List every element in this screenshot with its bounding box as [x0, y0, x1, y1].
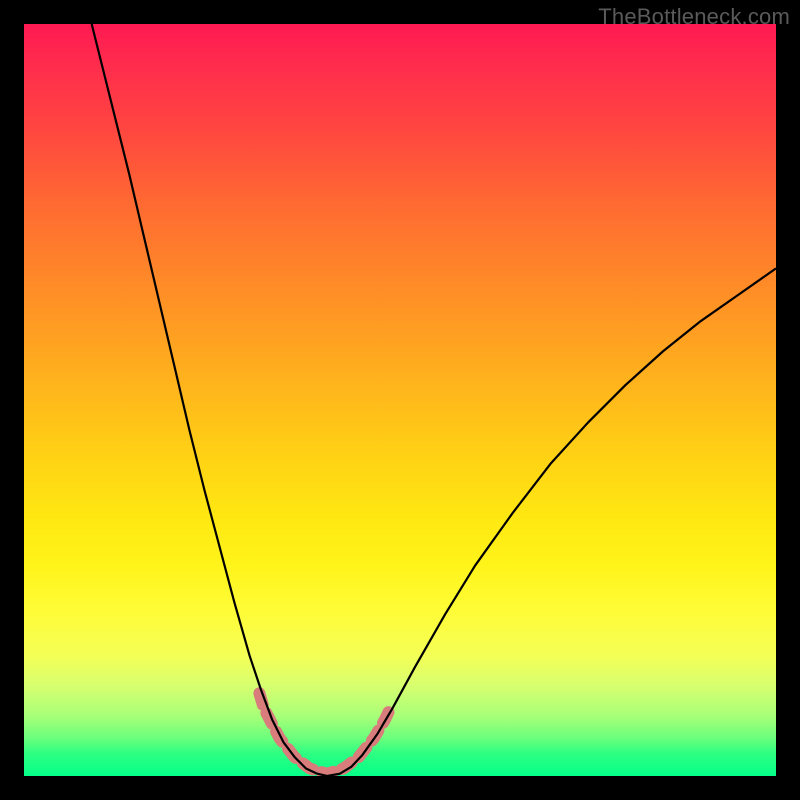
- watermark-text: TheBottleneck.com: [598, 4, 790, 30]
- chart-frame: TheBottleneck.com: [0, 0, 800, 800]
- bottleneck-curve: [92, 24, 776, 776]
- plot-area: [24, 24, 776, 776]
- curves-svg: [24, 24, 776, 776]
